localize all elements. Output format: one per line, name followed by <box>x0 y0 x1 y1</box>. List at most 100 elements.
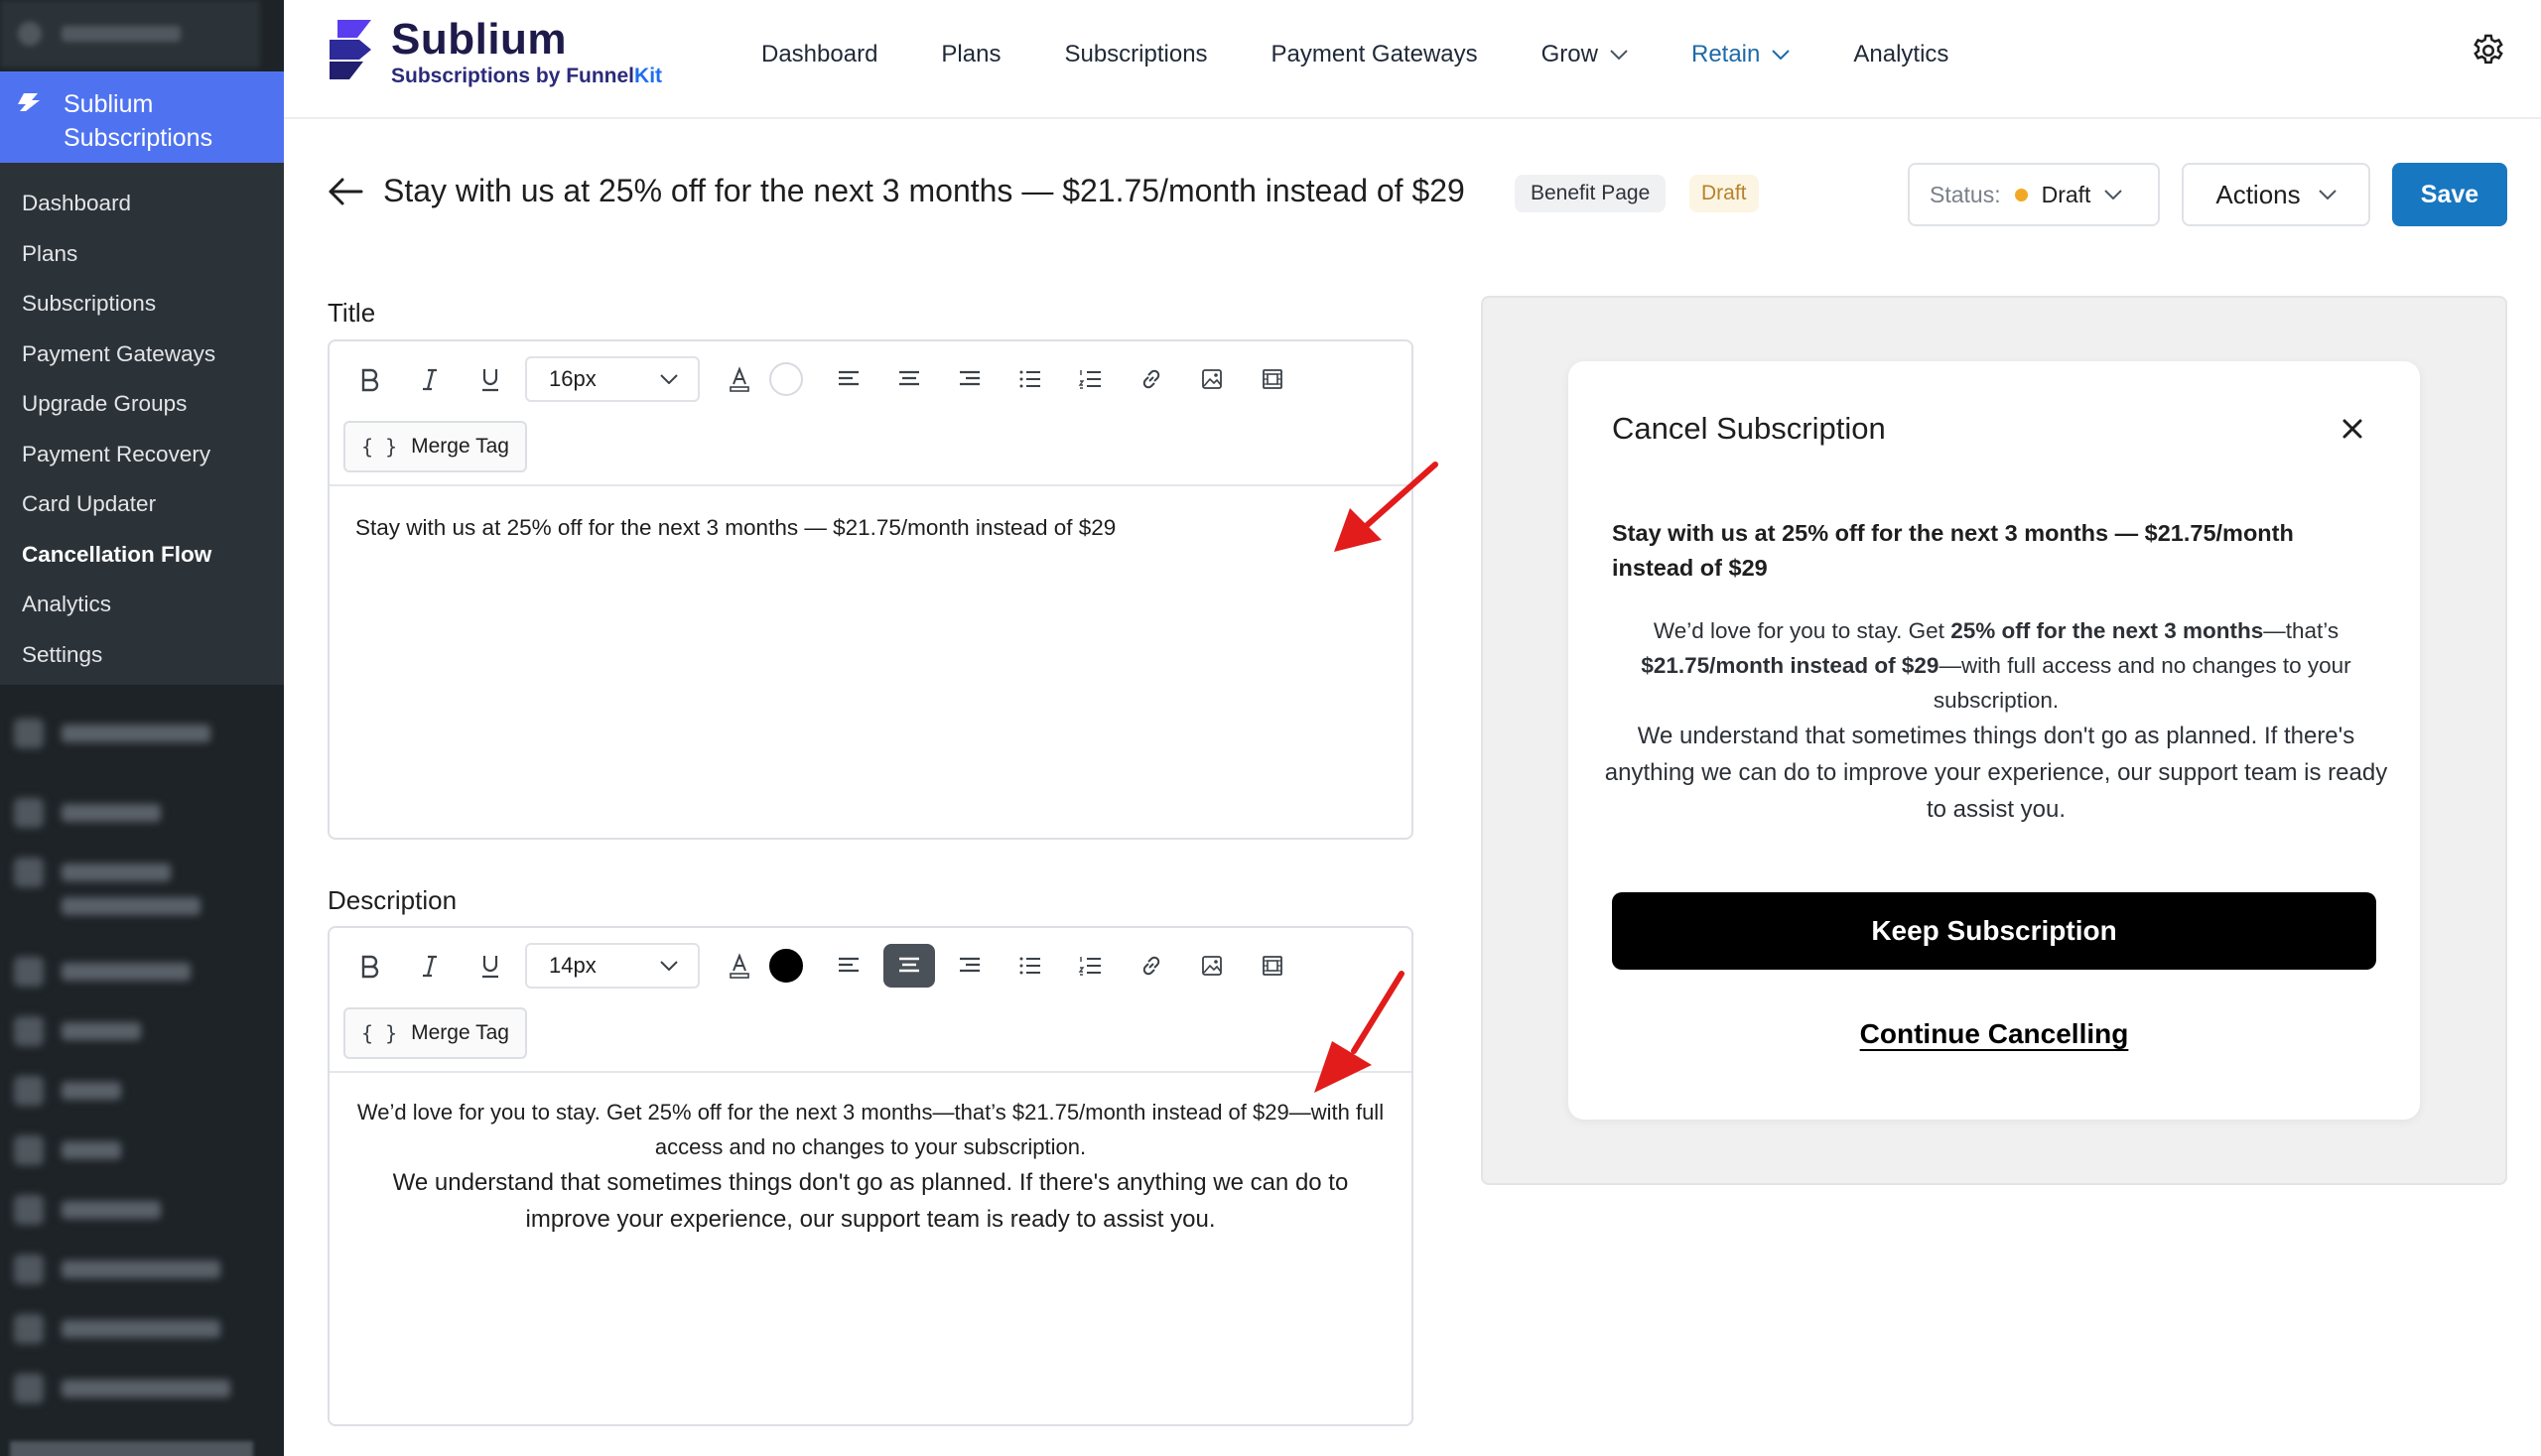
wp-blurred-bottom <box>10 1441 253 1456</box>
description-editor: 14px { } Merge Tag We’d love for you to … <box>328 926 1413 1426</box>
continue-cancelling-link[interactable]: Continue Cancelling <box>1612 1018 2376 1050</box>
italic-icon[interactable] <box>404 357 456 401</box>
align-right-icon[interactable] <box>944 944 996 988</box>
italic-icon[interactable] <box>404 944 456 988</box>
submenu-payment-recovery[interactable]: Payment Recovery <box>0 434 284 484</box>
modal-description: We’d love for you to stay. Get 25% off f… <box>1604 618 2388 823</box>
submenu-cancellation-flow[interactable]: Cancellation Flow <box>0 534 284 585</box>
underline-icon[interactable] <box>465 357 516 401</box>
chevron-down-icon <box>660 961 678 971</box>
nav-analytics[interactable]: Analytics <box>1853 41 1948 68</box>
video-icon[interactable] <box>1247 944 1298 988</box>
description-field-label: Description <box>328 885 458 915</box>
text-color-icon[interactable] <box>714 357 765 401</box>
submenu-card-updater[interactable]: Card Updater <box>0 483 284 534</box>
bold-icon[interactable] <box>343 944 395 988</box>
title-editor-content[interactable]: Stay with us at 25% off for the next 3 m… <box>330 486 1411 569</box>
color-swatch[interactable] <box>769 949 803 983</box>
sublium-menu-item[interactable]: Sublium Subscriptions <box>0 71 284 163</box>
page-title: Stay with us at 25% off for the next 3 m… <box>383 173 1465 208</box>
align-left-icon[interactable] <box>823 944 874 988</box>
description-editor-toolbar: 14px { } Merge Tag <box>330 928 1411 1073</box>
status-value: Draft <box>2041 181 2091 207</box>
chevron-down-icon <box>1772 50 1791 60</box>
submenu-plans[interactable]: Plans <box>0 233 284 284</box>
status-badge: Draft <box>1689 175 1759 212</box>
title-editor: 16px { } Merge Tag Stay with us at 25% o… <box>328 339 1413 840</box>
submenu-payment-gateways[interactable]: Payment Gateways <box>0 333 284 384</box>
cancel-subscription-modal-preview: Cancel Subscription Stay with us at 25% … <box>1568 361 2420 1120</box>
brand[interactable]: Sublium Subscriptions by FunnelKit <box>324 18 662 89</box>
annotation-arrow-icon <box>1334 462 1438 552</box>
back-arrow-icon[interactable] <box>328 177 363 206</box>
brand-name: Sublium <box>391 15 568 64</box>
sublium-logo-icon <box>330 20 371 79</box>
actions-dropdown[interactable]: Actions <box>2182 163 2370 226</box>
save-button[interactable]: Save <box>2392 163 2507 226</box>
actions-label: Actions <box>2215 179 2301 209</box>
merge-tag-button[interactable]: { } Merge Tag <box>343 1007 527 1059</box>
submenu-analytics[interactable]: Analytics <box>0 584 284 634</box>
bullet-list-icon[interactable] <box>1004 944 1056 988</box>
title-field-label: Title <box>328 298 376 328</box>
braces-icon: { } <box>361 435 398 459</box>
nav-plans[interactable]: Plans <box>941 41 1001 68</box>
brand-subtitle: Subscriptions by FunnelKit <box>391 65 663 87</box>
nav-retain[interactable]: Retain <box>1691 41 1791 68</box>
video-icon[interactable] <box>1247 357 1298 401</box>
app-header: Sublium Subscriptions by FunnelKit Dashb… <box>284 0 2541 119</box>
description-paragraph: We understand that sometimes things don'… <box>392 1169 1349 1233</box>
submenu-settings[interactable]: Settings <box>0 634 284 685</box>
font-size-select[interactable]: 16px <box>525 356 700 402</box>
chevron-down-icon <box>2318 190 2337 199</box>
wp-blurred-menu <box>0 695 284 1456</box>
font-size-select[interactable]: 14px <box>525 943 700 989</box>
page-type-badge: Benefit Page <box>1515 175 1667 212</box>
sublium-submenu: Dashboard Plans Subscriptions Payment Ga… <box>0 163 284 685</box>
wp-blurred-top-item <box>0 0 260 67</box>
align-left-icon[interactable] <box>823 357 874 401</box>
description-editor-content[interactable]: We’d love for you to stay. Get 25% off f… <box>330 1073 1411 1259</box>
submenu-subscriptions[interactable]: Subscriptions <box>0 283 284 333</box>
annotation-arrow-icon <box>1314 971 1404 1093</box>
main-nav: Dashboard Plans Subscriptions Payment Ga… <box>761 0 2012 109</box>
link-icon[interactable] <box>1126 944 1177 988</box>
submenu-dashboard[interactable]: Dashboard <box>0 183 284 233</box>
title-editor-toolbar: 16px { } Merge Tag <box>330 341 1411 486</box>
description-paragraph: We’d love for you to stay. Get 25% off f… <box>356 1100 1385 1159</box>
align-right-icon[interactable] <box>944 357 996 401</box>
color-swatch[interactable] <box>769 362 803 396</box>
chevron-down-icon <box>660 374 678 384</box>
modal-heading: Stay with us at 25% off for the next 3 m… <box>1612 520 2294 581</box>
braces-icon: { } <box>361 1021 398 1045</box>
bold-icon[interactable] <box>343 357 395 401</box>
status-label: Status: <box>1930 181 2001 207</box>
align-center-icon[interactable] <box>883 944 935 988</box>
nav-payment-gateways[interactable]: Payment Gateways <box>1271 41 1478 68</box>
nav-dashboard[interactable]: Dashboard <box>761 41 877 68</box>
submenu-upgrade-groups[interactable]: Upgrade Groups <box>0 383 284 434</box>
align-center-icon[interactable] <box>883 357 935 401</box>
wp-admin-sidebar: Sublium Subscriptions Dashboard Plans Su… <box>0 0 284 1456</box>
keep-subscription-button[interactable]: Keep Subscription <box>1612 892 2376 970</box>
sublium-logo-icon <box>18 93 40 111</box>
numbered-list-icon[interactable] <box>1065 944 1117 988</box>
nav-grow[interactable]: Grow <box>1541 41 1628 68</box>
gear-icon[interactable] <box>2470 32 2507 69</box>
link-icon[interactable] <box>1126 357 1177 401</box>
status-dot <box>2014 188 2028 201</box>
numbered-list-icon[interactable] <box>1065 357 1117 401</box>
image-icon[interactable] <box>1186 944 1238 988</box>
image-icon[interactable] <box>1186 357 1238 401</box>
status-dropdown[interactable]: Status: Draft <box>1908 163 2160 226</box>
bullet-list-icon[interactable] <box>1004 357 1056 401</box>
nav-subscriptions[interactable]: Subscriptions <box>1064 41 1207 68</box>
merge-tag-button[interactable]: { } Merge Tag <box>343 421 527 472</box>
sublium-menu-label: Sublium Subscriptions <box>64 90 213 152</box>
chevron-down-icon <box>2104 190 2123 199</box>
close-icon[interactable] <box>2340 417 2364 441</box>
underline-icon[interactable] <box>465 944 516 988</box>
chevron-down-icon <box>1610 50 1628 60</box>
text-color-icon[interactable] <box>714 944 765 988</box>
modal-title: Cancel Subscription <box>1612 411 1886 446</box>
